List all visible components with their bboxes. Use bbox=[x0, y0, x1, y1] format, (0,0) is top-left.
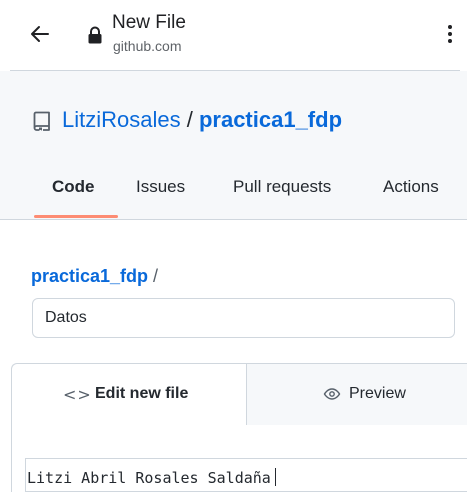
repo-owner-link[interactable]: LitziRosales bbox=[62, 107, 181, 132]
filename-input[interactable]: Datos bbox=[32, 298, 455, 338]
page-url[interactable]: github.com bbox=[113, 38, 181, 54]
editor-tabs: <> Edit new file Preview bbox=[11, 363, 467, 426]
browser-toolbar: New File github.com bbox=[0, 0, 467, 70]
tab-pull-requests[interactable]: Pull requests bbox=[233, 177, 331, 197]
repo-separator: / bbox=[180, 107, 199, 132]
tab-code[interactable]: Code bbox=[52, 177, 95, 197]
breadcrumb-separator: / bbox=[148, 266, 159, 286]
more-vertical-icon[interactable] bbox=[438, 22, 462, 46]
tab-preview[interactable]: Preview bbox=[248, 364, 467, 426]
editor-content[interactable]: Litzi Abril Rosales Saldaña bbox=[27, 468, 276, 487]
repo-title: LitziRosales / practica1_fdp bbox=[62, 107, 342, 133]
text-cursor bbox=[274, 468, 276, 486]
repo-nav-tabs: Code Issues Pull requests Actions bbox=[0, 173, 467, 219]
back-arrow-icon[interactable] bbox=[28, 22, 52, 46]
repo-icon bbox=[33, 111, 50, 131]
page-title: New File bbox=[112, 12, 186, 33]
editor-text: Litzi Abril Rosales Saldaña bbox=[27, 469, 271, 487]
tab-edit-new-file[interactable]: <> Edit new file bbox=[12, 364, 247, 426]
lock-icon bbox=[88, 26, 102, 44]
code-icon: <> bbox=[63, 385, 92, 404]
tab-actions[interactable]: Actions bbox=[383, 177, 439, 197]
eye-icon bbox=[323, 388, 341, 400]
header-divider bbox=[0, 219, 467, 220]
tab-issues[interactable]: Issues bbox=[136, 177, 185, 197]
repo-name-link[interactable]: practica1_fdp bbox=[199, 107, 342, 132]
edit-tab-label: Edit new file bbox=[95, 385, 189, 402]
selected-tab-indicator bbox=[34, 215, 118, 218]
preview-tab-label: Preview bbox=[349, 385, 406, 402]
breadcrumb-repo-link[interactable]: practica1_fdp bbox=[31, 266, 148, 286]
repo-header: LitziRosales / practica1_fdp Code Issues… bbox=[0, 71, 467, 219]
breadcrumb: practica1_fdp / bbox=[31, 266, 158, 287]
